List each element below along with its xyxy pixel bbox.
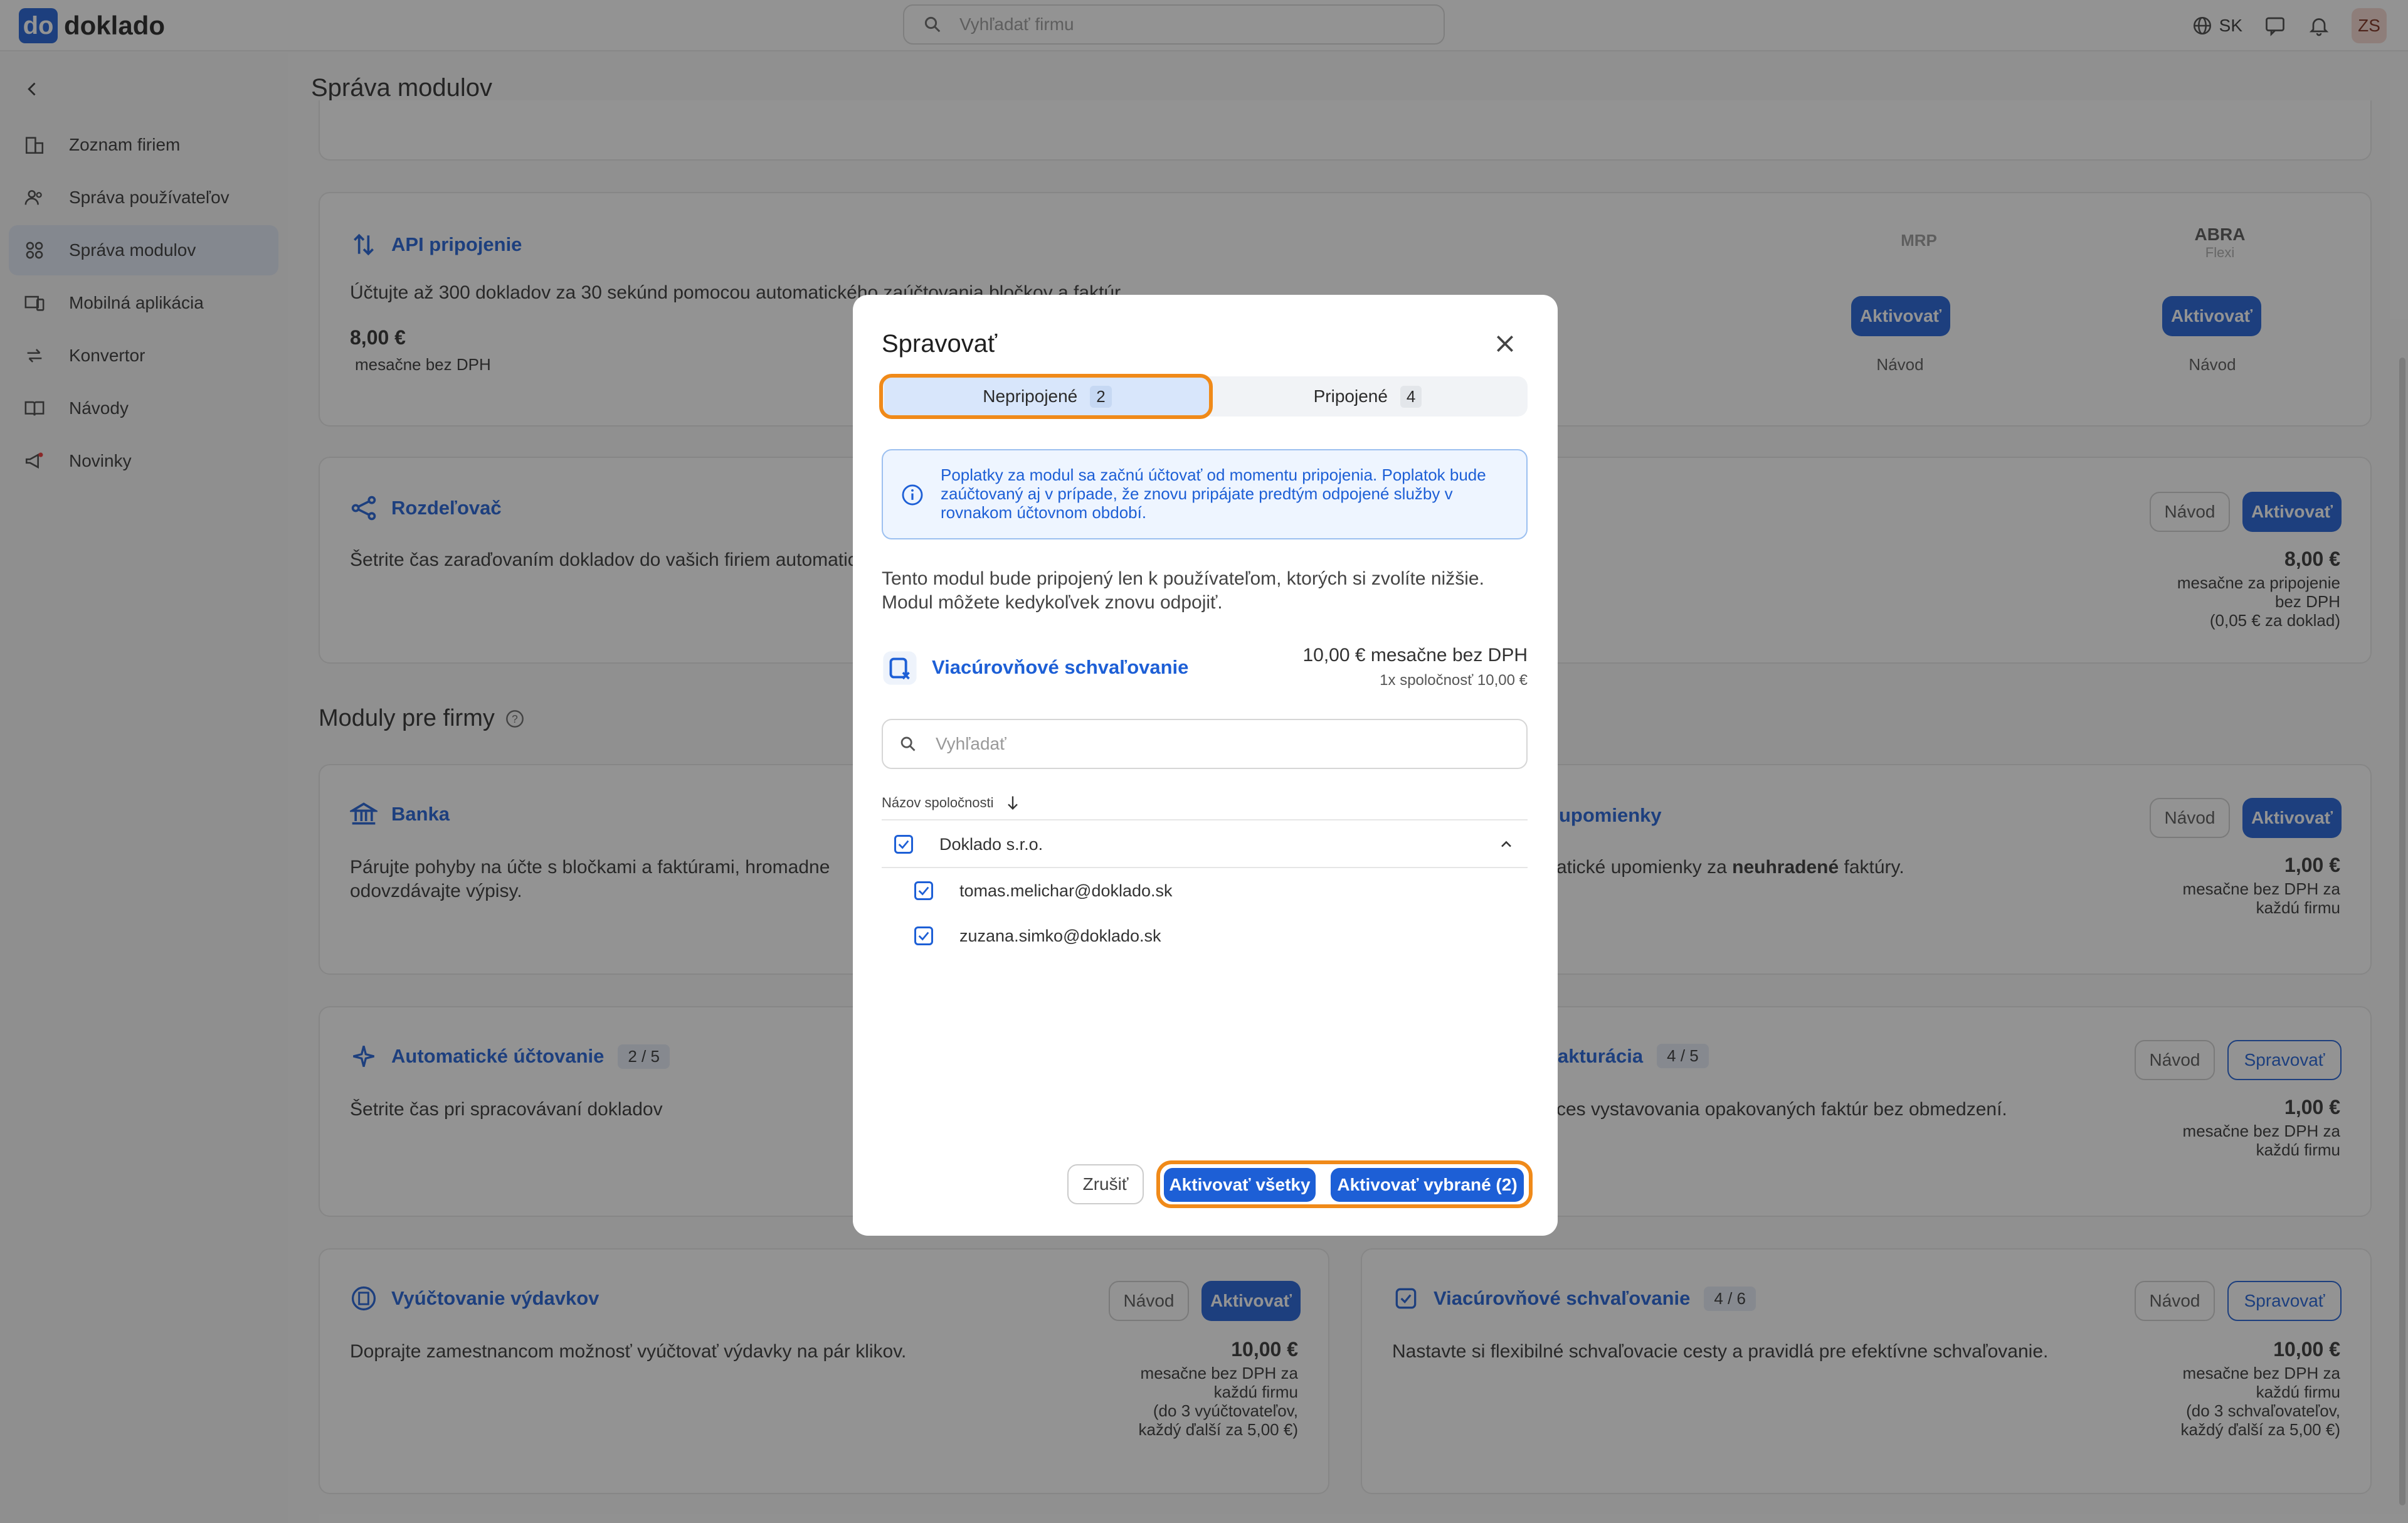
- approval-icon: [883, 651, 917, 685]
- user-search[interactable]: [882, 719, 1528, 769]
- user-search-input[interactable]: [936, 734, 1500, 754]
- company-row[interactable]: Doklado s.r.o.: [882, 822, 1528, 867]
- tab-connected[interactable]: Pripojené 4: [1208, 376, 1528, 417]
- user-checkbox[interactable]: [914, 926, 933, 945]
- tab-label: Pripojené: [1313, 386, 1388, 406]
- company-checkbox[interactable]: [894, 835, 913, 854]
- check-icon: [918, 886, 929, 896]
- module-price: 10,00 € mesačne bez DPH 1x spoločnosť 10…: [1302, 644, 1528, 693]
- check-icon: [898, 840, 909, 849]
- manage-modal: Spravovať Nepripojené 2 Pripojené 4 Popl…: [853, 295, 1558, 1236]
- module-name: Viacúrovňové schvaľovanie: [932, 656, 1189, 678]
- module-summary: Viacúrovňové schvaľovanie 10,00 € mesačn…: [882, 644, 1528, 691]
- company-name: Doklado s.r.o.: [939, 834, 1043, 854]
- search-icon: [900, 736, 916, 751]
- user-row[interactable]: tomas.melichar@doklado.sk: [882, 868, 1528, 913]
- user-email: tomas.melichar@doklado.sk: [959, 881, 1173, 900]
- info-icon: [902, 484, 923, 506]
- chevron-up-icon[interactable]: [1497, 836, 1515, 853]
- info-box: Poplatky za modul sa začnú účtovať od mo…: [882, 449, 1528, 539]
- sort-down-icon[interactable]: [1004, 794, 1022, 812]
- close-icon[interactable]: [1492, 331, 1518, 356]
- highlight-outline: [1156, 1160, 1533, 1208]
- highlight-outline: [879, 374, 1213, 419]
- column-header-company[interactable]: Názov spoločnosti: [882, 794, 1022, 812]
- tab-count: 4: [1400, 385, 1422, 408]
- module-price-sub: 1x spoločnosť 10,00 €: [1380, 672, 1528, 689]
- modal-description: Tento modul bude pripojený len k používa…: [882, 568, 1484, 613]
- modal-title: Spravovať: [882, 330, 997, 358]
- check-icon: [918, 931, 929, 941]
- cancel-button[interactable]: Zrušiť: [1067, 1164, 1144, 1204]
- module-price-value: 10,00 € mesačne bez DPH: [1302, 645, 1528, 666]
- column-header-label: Názov spoločnosti: [882, 795, 994, 810]
- user-email: zuzana.simko@doklado.sk: [959, 926, 1161, 945]
- divider: [882, 819, 1528, 820]
- user-checkbox[interactable]: [914, 881, 933, 900]
- user-row[interactable]: zuzana.simko@doklado.sk: [882, 913, 1528, 958]
- info-text: Poplatky za modul sa začnú účtovať od mo…: [941, 465, 1486, 522]
